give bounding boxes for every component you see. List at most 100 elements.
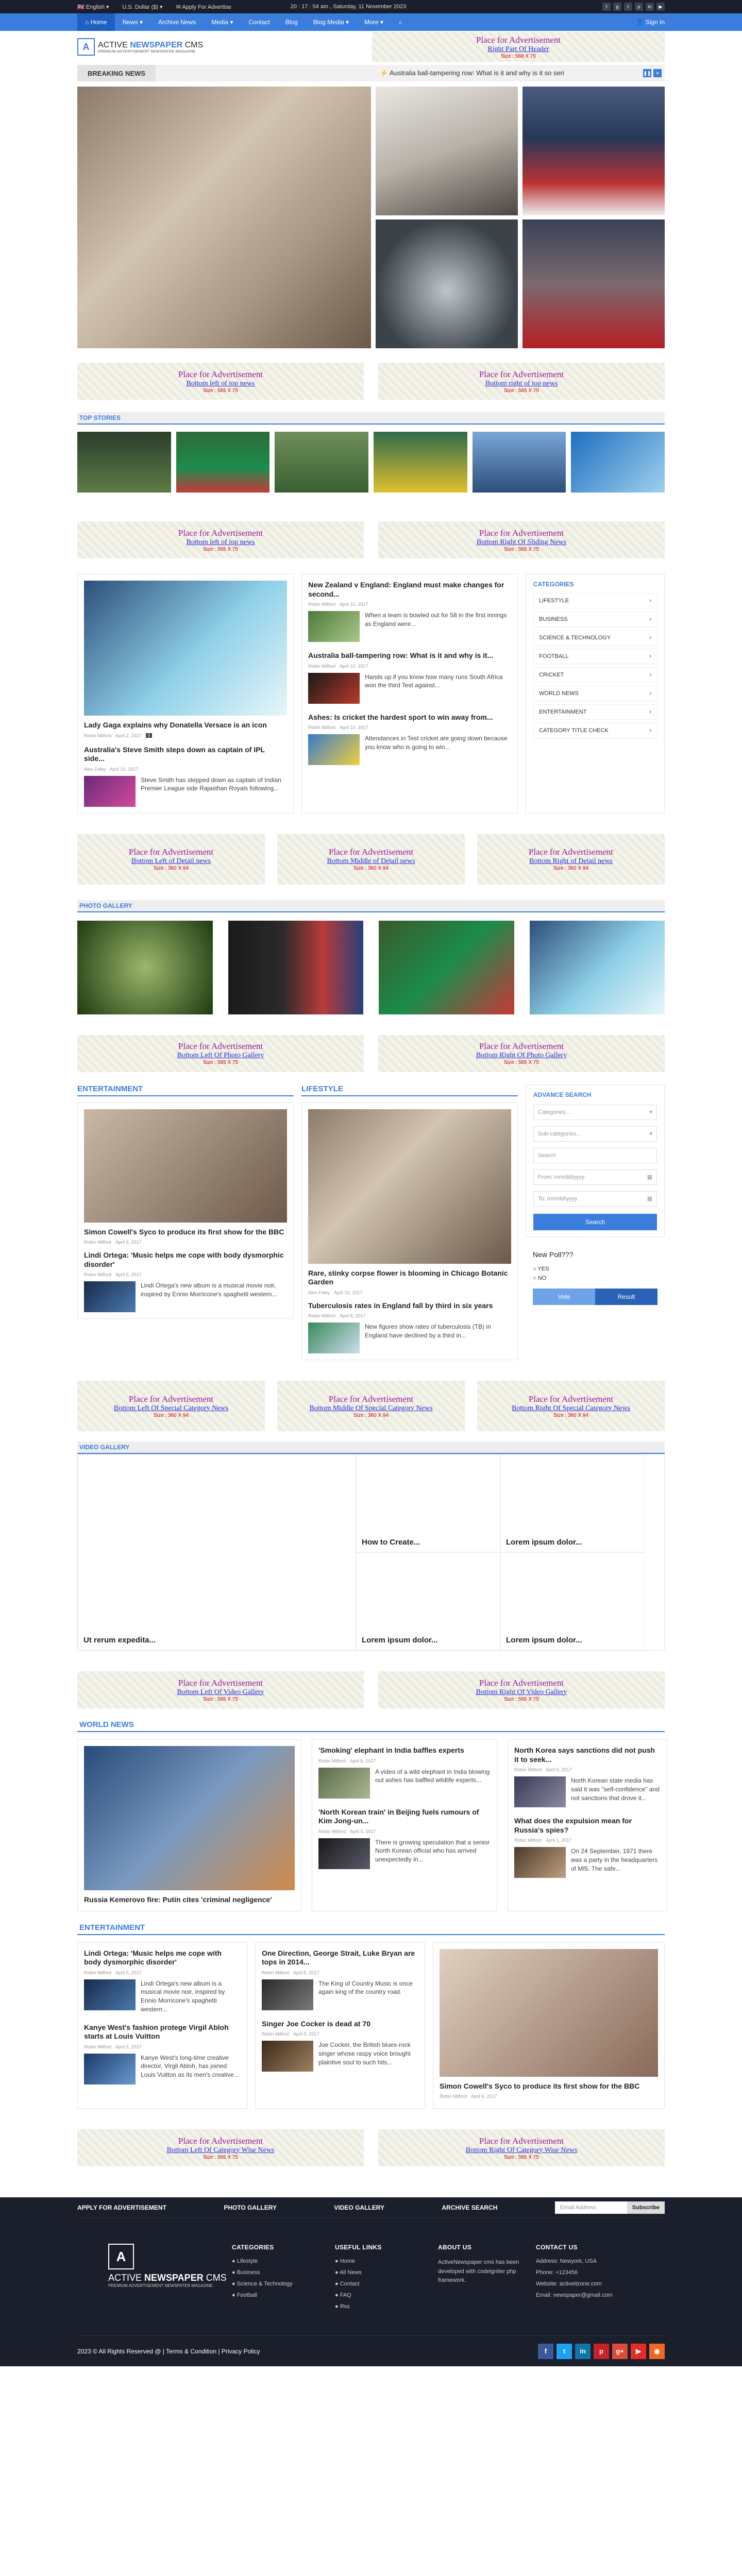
- news-title[interactable]: Simon Cowell's Syco to produce its first…: [440, 2082, 658, 2091]
- ad-category-left[interactable]: Place for Advertisement Bottom Left Of Ca…: [77, 2129, 364, 2166]
- gallery-image[interactable]: [228, 920, 363, 1014]
- rss-icon[interactable]: ◉: [649, 2343, 665, 2359]
- ad-video-left[interactable]: Place for Advertisement Bottom Left Of Vi…: [77, 1671, 364, 1708]
- nav-home[interactable]: ⌂ Home: [77, 13, 115, 31]
- search-input[interactable]: Search: [533, 1147, 657, 1163]
- news-title[interactable]: 'Smoking' elephant in India baffles expe…: [318, 1746, 491, 1755]
- category-item[interactable]: WORLD NEWS ›: [533, 686, 657, 701]
- footer-link[interactable]: PHOTO GALLERY: [224, 2204, 277, 2211]
- facebook-icon[interactable]: f: [538, 2343, 553, 2359]
- category-select[interactable]: Categories... ▾: [533, 1104, 657, 1120]
- lead-news-title[interactable]: Lady Gaga explains why Donatella Versace…: [84, 721, 287, 730]
- news-thumb[interactable]: [308, 734, 360, 765]
- category-item[interactable]: CRICKET ›: [533, 667, 657, 683]
- news-thumb[interactable]: [84, 1281, 136, 1312]
- poll-option-yes[interactable]: ○ YES: [533, 1266, 657, 1272]
- hero-image-obama[interactable]: [522, 87, 665, 215]
- currency-select[interactable]: U.S. Dollar ($) ▾: [122, 4, 162, 10]
- news-thumb[interactable]: [318, 1767, 370, 1799]
- poll-option-no[interactable]: ○ NO: [533, 1275, 657, 1281]
- top-story-image[interactable]: [472, 432, 566, 493]
- facebook-icon[interactable]: f: [602, 3, 611, 11]
- ad-slide-right[interactable]: Place for Advertisement Bottom Right Of S…: [378, 521, 665, 558]
- ad-photo-right[interactable]: Place for Advertisement Bottom Right Of P…: [378, 1035, 665, 1072]
- subcategory-select[interactable]: Sub-categories... ▾: [533, 1126, 657, 1142]
- news-title[interactable]: Australia ball-tampering row: What is it…: [308, 651, 511, 660]
- hero-image-typewriter[interactable]: [376, 87, 518, 215]
- news-title[interactable]: Russia Kemerovo fire: Putin cites 'crimi…: [84, 1895, 295, 1905]
- category-item[interactable]: CATEGORY TITLE CHECK ›: [533, 723, 657, 738]
- video-item[interactable]: Lorem ipsum dolor...: [500, 1454, 645, 1552]
- nav-blog[interactable]: Blog: [278, 13, 306, 31]
- youtube-icon[interactable]: ▶: [656, 3, 665, 11]
- footer-useful-link[interactable]: ● All News: [335, 2269, 438, 2276]
- date-to-field[interactable]: To: mm/dd/yyyy ▦: [533, 1191, 657, 1207]
- ad-special-right[interactable]: Place for Advertisement Bottom Right Of S…: [477, 1381, 665, 1431]
- category-item[interactable]: ENTERTAINMENT ›: [533, 704, 657, 720]
- ad-top-right[interactable]: Place for Advertisement Bottom right of t…: [378, 363, 665, 400]
- hero-image-queen[interactable]: [522, 219, 665, 348]
- news-thumb[interactable]: [308, 672, 360, 704]
- sign-in-link[interactable]: 👤 Sign In: [636, 19, 665, 26]
- news-title[interactable]: 'North Korean train' in Beijing fuels ru…: [318, 1808, 491, 1826]
- news-title[interactable]: North Korea says sanctions did not push …: [514, 1746, 661, 1764]
- nav-media[interactable]: Media ▾: [204, 13, 241, 31]
- pinterest-icon[interactable]: p: [594, 2343, 609, 2359]
- news-thumb[interactable]: [318, 1838, 370, 1869]
- footer-useful-link[interactable]: ● Rss: [335, 2303, 438, 2310]
- news-thumb[interactable]: [308, 1323, 360, 1353]
- google-plus-icon[interactable]: g: [613, 3, 621, 11]
- ad-special-left[interactable]: Place for Advertisement Bottom Left Of Sp…: [77, 1381, 265, 1431]
- language-select[interactable]: 🇬🇧 English ▾: [77, 4, 109, 10]
- nav-contact[interactable]: Contact: [241, 13, 277, 31]
- linkedin-icon[interactable]: in: [646, 3, 654, 11]
- twitter-icon[interactable]: t: [624, 3, 632, 11]
- news-title[interactable]: What does the expulsion mean for Russia'…: [514, 1817, 661, 1835]
- ad-detail-left[interactable]: Place for Advertisement Bottom Left of De…: [77, 834, 265, 885]
- nav-archive[interactable]: Archive News: [150, 13, 204, 31]
- youtube-icon[interactable]: ▶: [631, 2343, 646, 2359]
- news-thumb[interactable]: [308, 611, 360, 642]
- video-item[interactable]: How to Create...: [356, 1454, 500, 1552]
- breaking-ticker[interactable]: ⚡ Australia ball-tampering row: What is …: [380, 69, 606, 77]
- video-item[interactable]: Lorem ipsum dolor...: [500, 1552, 645, 1650]
- search-button[interactable]: Search: [533, 1213, 657, 1230]
- top-story-image[interactable]: [176, 432, 270, 493]
- nav-blog-media[interactable]: Blog Media ▾: [306, 13, 357, 31]
- news-thumb[interactable]: [514, 1847, 566, 1878]
- footer-useful-link[interactable]: ● FAQ: [335, 2292, 438, 2298]
- category-item[interactable]: FOOTBALL ›: [533, 649, 657, 664]
- news-thumb[interactable]: [84, 775, 136, 807]
- footer-category[interactable]: ● Business: [232, 2269, 335, 2276]
- footer-category[interactable]: ● Lifestyle: [232, 2258, 335, 2264]
- ad-detail-right[interactable]: Place for Advertisement Bottom Right of D…: [477, 834, 665, 885]
- news-title[interactable]: Ashes: Is cricket the hardest sport to w…: [308, 713, 511, 722]
- hero-image-blog[interactable]: [376, 219, 518, 348]
- news-title[interactable]: Lindi Ortega: 'Music helps me cope with …: [84, 1949, 241, 1967]
- world-lead-image[interactable]: [84, 1746, 295, 1890]
- contact-website[interactable]: Website: activeitzone.com: [536, 2281, 665, 2287]
- date-from-field[interactable]: From: mm/dd/yyyy ▦: [533, 1169, 657, 1185]
- top-story-image[interactable]: [77, 432, 171, 493]
- footer-link[interactable]: ARCHIVE SEARCH: [442, 2204, 497, 2211]
- news-title[interactable]: New Zealand v England: England must make…: [308, 581, 511, 599]
- hero-main-image[interactable]: [77, 87, 371, 348]
- news-title[interactable]: One Direction, George Strait, Luke Bryan…: [262, 1949, 418, 1967]
- footer-category[interactable]: ● Football: [232, 2292, 335, 2298]
- news-thumb[interactable]: [84, 2053, 136, 2084]
- footer-useful-link[interactable]: ● Home: [335, 2258, 438, 2264]
- ad-photo-left[interactable]: Place for Advertisement Bottom Left Of Ph…: [77, 1035, 364, 1072]
- pause-icon[interactable]: ❚❚: [643, 69, 651, 77]
- category-item[interactable]: SCIENCE & TECHNOLOGY ›: [533, 630, 657, 646]
- gallery-image[interactable]: [379, 920, 514, 1014]
- news-thumb[interactable]: [262, 1979, 313, 2010]
- footer-logo[interactable]: A ACTIVE NEWSPAPER CMS PREMIUM ADVERTISE…: [77, 2244, 232, 2315]
- close-icon[interactable]: ✕: [653, 69, 662, 77]
- news-title[interactable]: Singer Joe Cocker is dead at 70: [262, 2020, 418, 2029]
- lead-news-image[interactable]: [84, 581, 287, 716]
- twitter-icon[interactable]: t: [556, 2343, 572, 2359]
- entertainment-lead-image[interactable]: [440, 1948, 658, 2077]
- video-item[interactable]: Ut rerum expedita...: [78, 1454, 356, 1650]
- news-thumb[interactable]: [262, 2041, 313, 2072]
- footer-link[interactable]: APPLY FOR ADVERTISEMENT: [77, 2204, 166, 2211]
